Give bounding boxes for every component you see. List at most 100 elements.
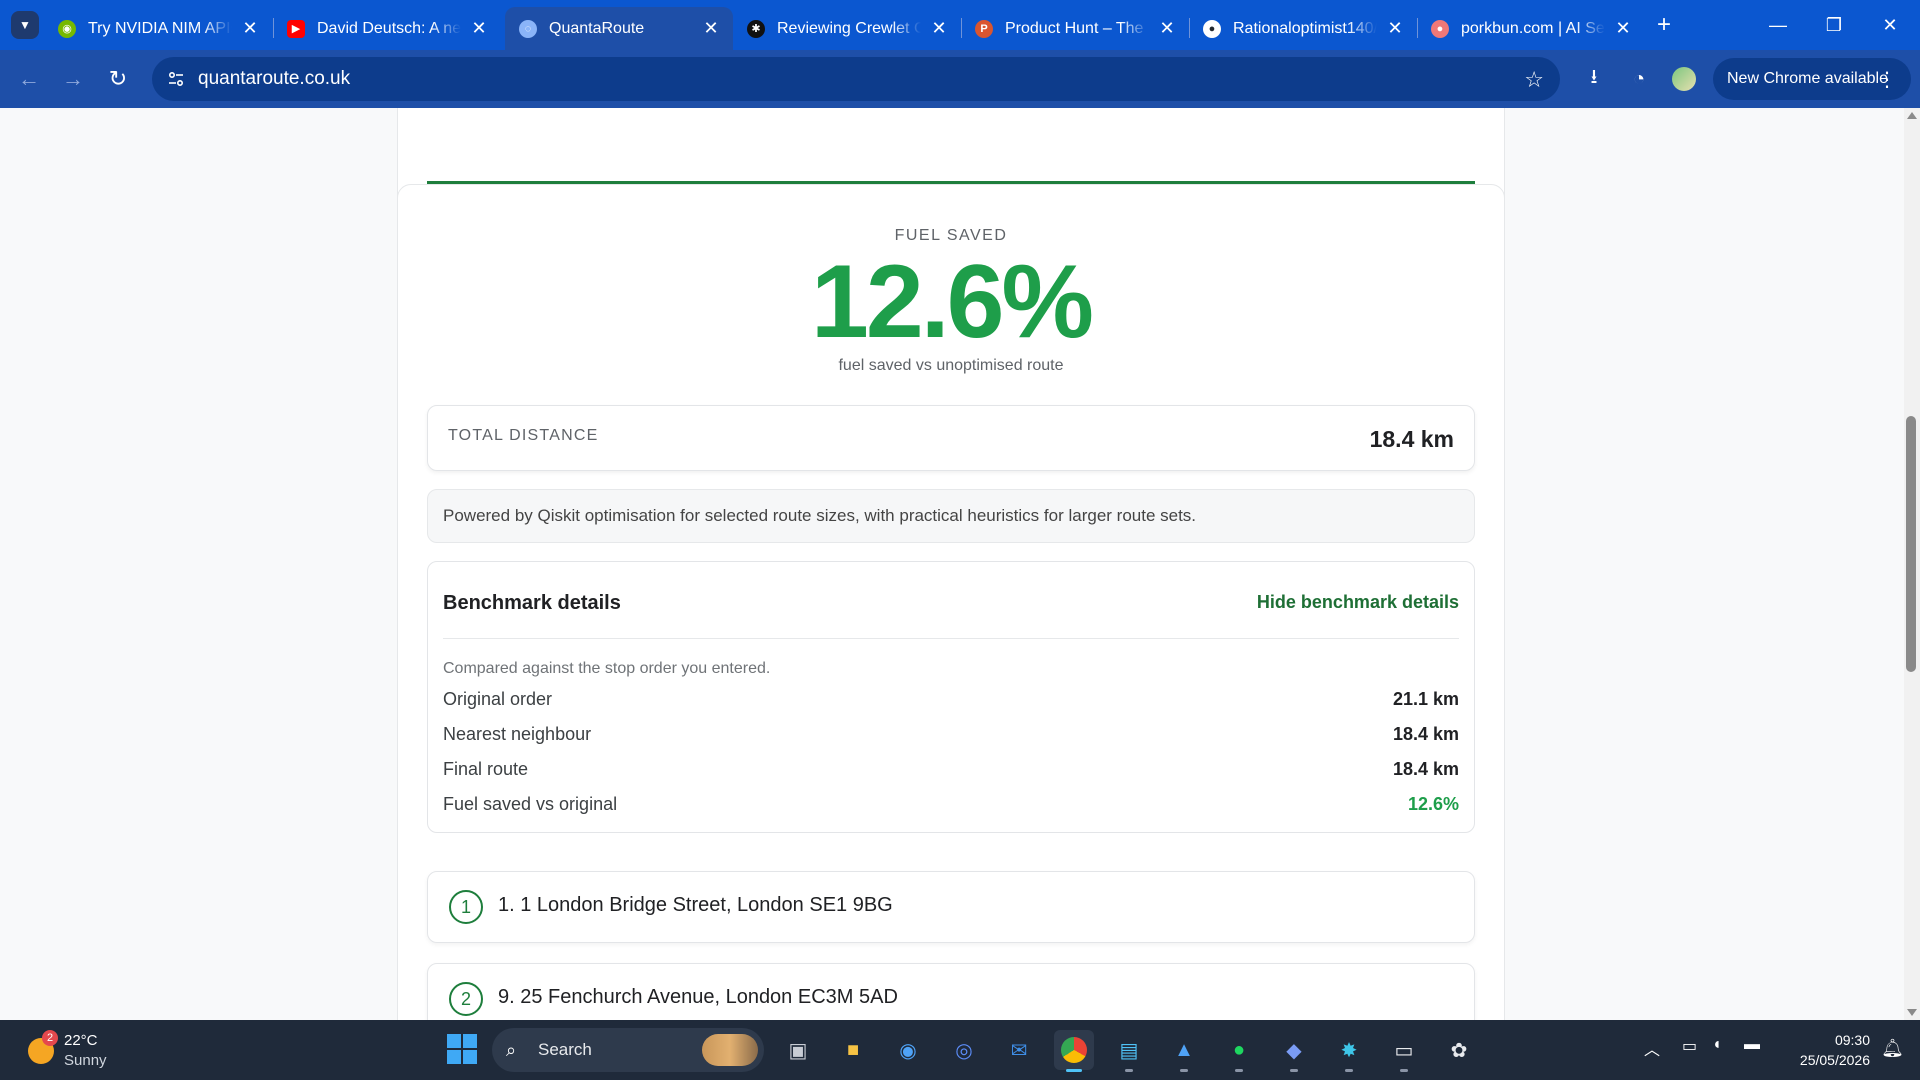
chevron-down-icon: ▼ [19,18,31,32]
close-window-button[interactable]: ✕ [1862,0,1918,50]
display-icon[interactable]: ▭ [1682,1036,1697,1056]
route-stop-item: 1 1. 1 London Bridge Street, London SE1 … [427,871,1475,943]
windows-taskbar: 2 22°C Sunny ⌕ Search ▣ ■ ◉ ◎ ✉ ▤ ▲ ● ◆ … [0,1020,1920,1080]
outlook-button[interactable]: ✉ [999,1030,1039,1070]
tab-nvidia[interactable]: ◉ Try NVIDIA NIM APIs ✕ [44,7,272,50]
scroll-down-icon[interactable] [1907,1009,1917,1016]
scroll-up-icon[interactable] [1907,112,1917,119]
benchmark-row-value: 21.1 km [1392,689,1459,709]
avatar [1672,67,1696,91]
browser-toolbar: ← → ↻ quantaroute.co.uk ☆ ⭳ ◔ New Chrome… [0,50,1920,108]
scrollbar-thumb[interactable] [1906,416,1916,672]
close-icon[interactable]: ✕ [701,18,721,39]
spotify-button[interactable]: ● [1219,1030,1259,1072]
close-icon[interactable]: ✕ [1613,18,1633,39]
profile-button[interactable] [1667,62,1701,96]
tab-search-button[interactable]: ▼ [11,11,39,39]
tab-product-hunt[interactable]: P Product Hunt – The l ✕ [961,7,1189,50]
chatgpt-button[interactable]: ✿ [1439,1030,1479,1070]
notification-bell-icon[interactable]: 🔔︎ [1881,1038,1904,1059]
mail-icon: ✉ [1010,1039,1028,1062]
github-favicon-icon: ● [1203,19,1221,38]
benchmark-note: Compared against the stop order you ente… [443,660,771,677]
benchmark-row-fuel: Fuel saved vs original 12.6% [443,794,1459,824]
tab-title: porkbun.com | AI Sea [1461,19,1605,37]
app-icon: ◆ [1286,1039,1302,1062]
notepad-button[interactable]: ▤ [1109,1030,1149,1072]
volume-icon[interactable]: ◖ [1712,1036,1722,1054]
app-icon: ◉ [899,1039,917,1062]
url-text: quantaroute.co.uk [198,68,351,89]
divider [443,638,1459,639]
weather-temp: 22°C [64,1032,98,1049]
benchmark-row-label: Original order [443,689,553,709]
hide-benchmark-button[interactable]: Hide benchmark details [1257,592,1459,613]
close-icon[interactable]: ✕ [929,18,949,39]
tab-title: Try NVIDIA NIM APIs [88,19,232,37]
folder-icon: ■ [846,1038,860,1061]
fuel-saved-value: 12.6% [811,244,1094,360]
weather-widget[interactable]: 2 22°C Sunny [24,1028,154,1072]
benchmark-details-panel: Benchmark details Hide benchmark details… [427,561,1475,833]
chevron-up-icon[interactable]: ︿ [1644,1036,1660,1060]
stop-address: 9. 25 Fenchurch Avenue, London EC3M 5AD [498,986,898,1008]
close-icon[interactable]: ✕ [1157,18,1177,39]
app-button-2[interactable]: ◎ [944,1030,984,1070]
performance-button[interactable]: ◔ [1622,62,1656,96]
stop-address: 1. 1 London Bridge Street, London SE1 9B… [498,894,893,916]
restore-button[interactable]: ❐ [1806,0,1862,50]
arrow-left-icon: ← [18,66,40,91]
tab-quantaroute[interactable]: ◌ QuantaRoute ✕ [505,7,733,50]
address-bar[interactable]: quantaroute.co.uk ☆ [152,57,1560,101]
photos-button[interactable]: ▲ [1164,1030,1204,1072]
total-distance-value: 18.4 km [1369,426,1454,452]
terminal-button[interactable]: ▭ [1384,1030,1424,1072]
system-clock[interactable]: 09:30 25/05/2026 [1800,1030,1870,1070]
bookmark-star-icon[interactable]: ☆ [1524,67,1544,93]
battery-icon[interactable]: ▬ [1744,1036,1760,1054]
taskbar-search[interactable]: ⌕ Search [492,1028,764,1072]
clock-date: 25/05/2026 [1799,1052,1870,1068]
download-button[interactable]: ⭳ [1577,62,1611,96]
app-icon: ◎ [955,1039,973,1062]
tab-title: QuantaRoute [549,19,645,37]
site-settings-icon[interactable] [164,67,188,91]
tab-title: David Deutsch: A new [317,19,461,37]
back-button[interactable]: ← [12,62,46,96]
tab-porkbun[interactable]: ● porkbun.com | AI Sea ✕ [1417,7,1645,50]
spotify-icon: ● [1232,1038,1246,1061]
new-tab-button[interactable]: + [1650,11,1678,39]
chrome-button[interactable] [1054,1030,1094,1072]
app-button-3[interactable]: ◆ [1274,1030,1314,1072]
arrow-right-icon: → [62,66,84,91]
more-vert-icon[interactable]: ⋮ [1877,67,1897,92]
crewlet-favicon-icon: ✱ [747,19,765,38]
reload-button[interactable]: ↻ [101,62,135,96]
file-explorer-button[interactable]: ■ [833,1030,873,1070]
close-icon[interactable]: ✕ [1385,18,1405,39]
speedometer-icon: ◔ [1632,67,1646,90]
search-highlight-image [702,1034,758,1066]
close-icon[interactable]: ✕ [469,18,489,39]
app-button-1[interactable]: ◉ [888,1030,928,1070]
product-hunt-favicon-icon: P [975,19,993,38]
chatgpt-icon: ✿ [1450,1039,1468,1062]
tab-github[interactable]: ● Rationaloptimist140/ ✕ [1189,7,1417,50]
minimize-button[interactable]: — [1750,0,1806,50]
start-button[interactable] [447,1034,477,1064]
app-button-4[interactable]: ✸ [1329,1030,1369,1072]
page-scrollbar[interactable] [1904,108,1920,1020]
nvidia-favicon-icon: ◉ [58,19,76,38]
page-viewport: FUEL SAVED 12.6% fuel saved vs unoptimis… [0,108,1904,1020]
terminal-icon: ▭ [1394,1039,1414,1062]
close-icon[interactable]: ✕ [240,18,260,39]
task-view-button[interactable]: ▣ [778,1030,818,1070]
tab-youtube[interactable]: ▶ David Deutsch: A new ✕ [273,7,501,50]
powered-by-note: Powered by Qiskit optimisation for selec… [427,489,1475,543]
minimize-icon: — [1769,14,1787,35]
chrome-update-button[interactable]: New Chrome available ⋮ [1713,58,1911,100]
globe-favicon-icon: ◌ [519,19,537,38]
tab-crewlet[interactable]: ✱ Reviewing Crewlet Gi ✕ [733,7,961,50]
update-label: New Chrome available [1727,70,1888,87]
forward-button[interactable]: → [56,62,90,96]
